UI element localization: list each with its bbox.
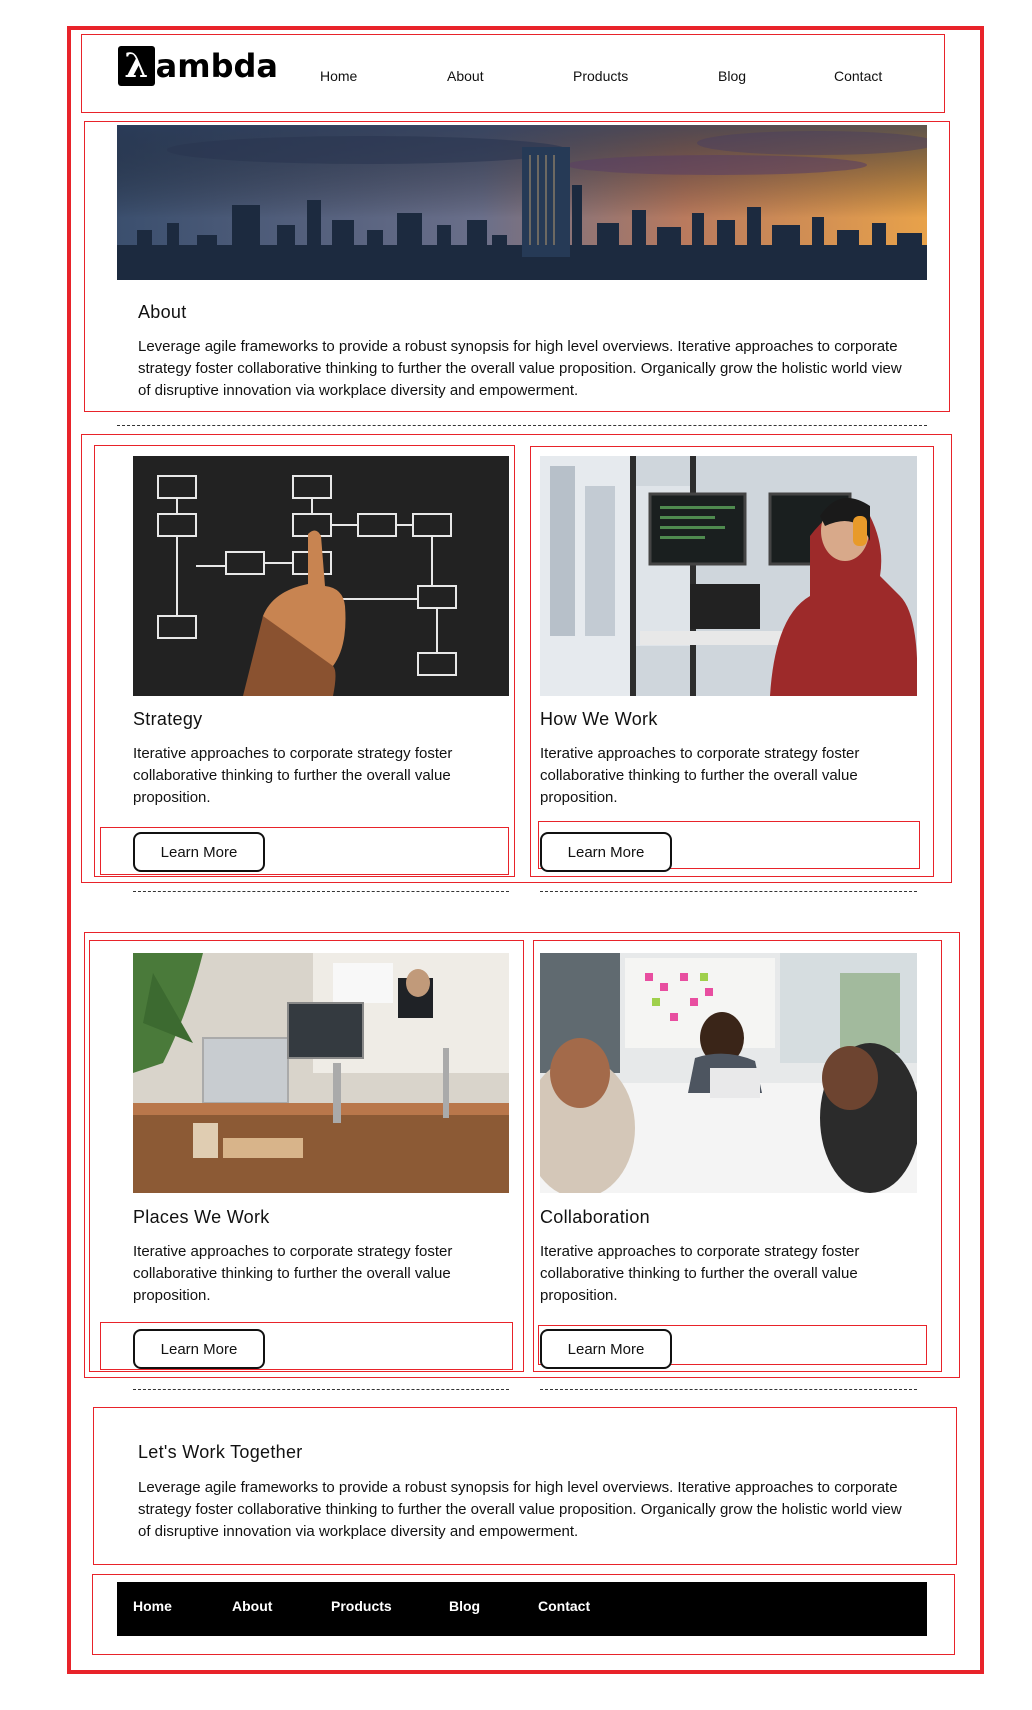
divider [133, 891, 509, 892]
logo[interactable]: λ ambda [118, 44, 278, 88]
nav-blog[interactable]: Blog [718, 68, 746, 84]
learn-more-button[interactable]: Learn More [540, 1329, 672, 1369]
footer-nav-home[interactable]: Home [133, 1598, 172, 1614]
how-we-work-image [540, 456, 917, 696]
places-we-work-image [133, 953, 509, 1193]
nav-about[interactable]: About [447, 68, 484, 84]
divider [133, 1389, 509, 1390]
card-text: Iterative approaches to corporate strate… [540, 1243, 860, 1304]
learn-more-button[interactable]: Learn More [133, 1329, 265, 1369]
divider [540, 1389, 917, 1390]
footer-nav-blog[interactable]: Blog [449, 1598, 480, 1614]
lambda-logo-icon: λ [118, 46, 155, 86]
divider [540, 891, 917, 892]
collaboration-image [540, 953, 917, 1193]
nav-products[interactable]: Products [573, 68, 628, 84]
nav-contact[interactable]: Contact [834, 68, 882, 84]
divider [117, 425, 927, 426]
learn-more-button[interactable]: Learn More [133, 832, 265, 872]
card-title: Collaboration [540, 1207, 650, 1227]
nav-home[interactable]: Home [320, 68, 357, 84]
about-text: Leverage agile frameworks to provide a r… [138, 338, 902, 399]
about-title: About [138, 302, 187, 322]
card-text: Iterative approaches to corporate strate… [133, 1243, 453, 1304]
together-title: Let's Work Together [138, 1442, 303, 1462]
footer-nav-about[interactable]: About [232, 1598, 272, 1614]
hero-image [117, 125, 927, 280]
learn-more-button[interactable]: Learn More [540, 832, 672, 872]
strategy-image [133, 456, 509, 696]
card-title: Places We Work [133, 1207, 270, 1227]
card-title: Strategy [133, 709, 203, 729]
footer-nav-contact[interactable]: Contact [538, 1598, 590, 1614]
footer-nav-products[interactable]: Products [331, 1598, 392, 1614]
logo-text: ambda [155, 47, 278, 85]
card-text: Iterative approaches to corporate strate… [540, 745, 860, 806]
card-text: Iterative approaches to corporate strate… [133, 745, 453, 806]
card-title: How We Work [540, 709, 658, 729]
together-text: Leverage agile frameworks to provide a r… [138, 1479, 902, 1540]
